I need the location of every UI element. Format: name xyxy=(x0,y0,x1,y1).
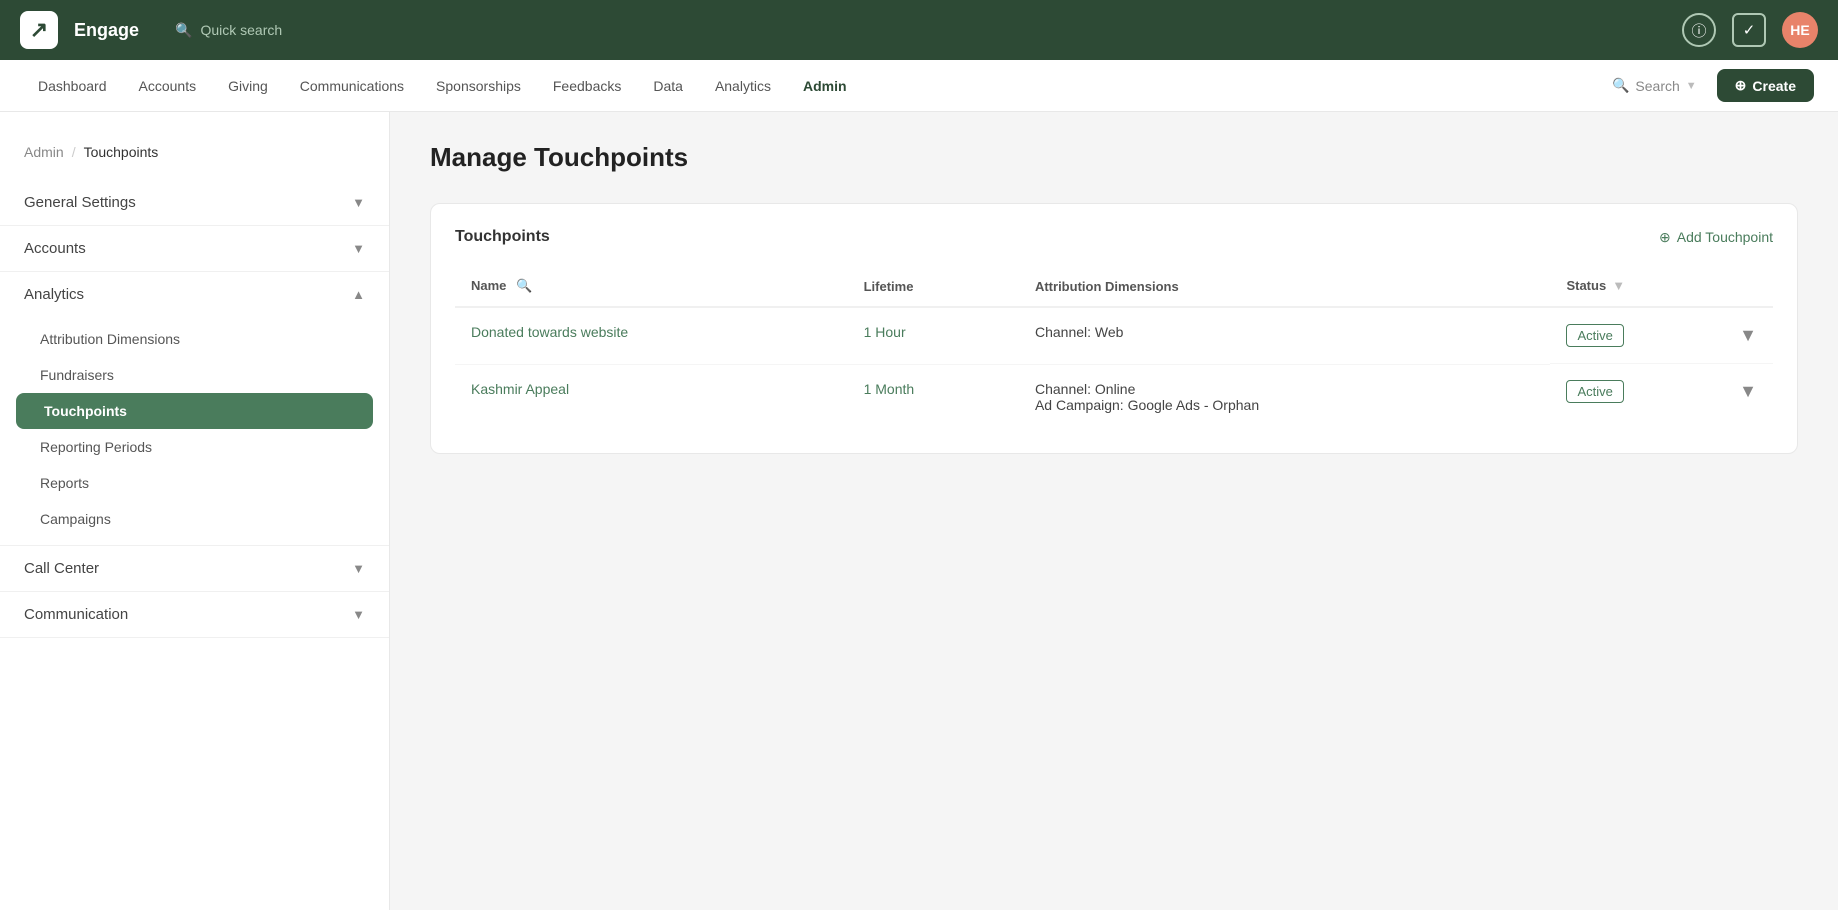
add-touchpoint-label: Add Touchpoint xyxy=(1677,229,1773,245)
row-expand-icon-1[interactable]: ▼ xyxy=(1739,325,1757,346)
app-name: Engage xyxy=(74,20,139,41)
status-filter-icon[interactable]: ▼ xyxy=(1612,278,1625,293)
tasks-button[interactable]: ✓ xyxy=(1732,13,1766,47)
chevron-down-icon-call-center: ▼ xyxy=(352,561,365,576)
table-row: Kashmir Appeal 1 Month Channel: Online A… xyxy=(455,364,1773,429)
col-header-name: Name 🔍 xyxy=(455,266,848,307)
col-header-attribution-dimensions: Attribution Dimensions xyxy=(1019,266,1550,307)
sidebar-header-analytics[interactable]: Analytics ▲ xyxy=(0,272,389,317)
sidebar-section-communication: Communication ▼ xyxy=(0,592,389,638)
cell-status-2: Active ▼ xyxy=(1550,364,1773,419)
nav-bar: Dashboard Accounts Giving Communications… xyxy=(0,60,1838,112)
chevron-down-icon: ▼ xyxy=(352,195,365,210)
lifetime-value-2: 1 Month xyxy=(864,381,915,397)
table-section: Touchpoints ⊕ Add Touchpoint Name 🔍 Life… xyxy=(430,203,1798,454)
sidebar-header-general-settings[interactable]: General Settings ▼ xyxy=(0,180,389,225)
sidebar-label-accounts: Accounts xyxy=(24,240,86,257)
sidebar-item-reports[interactable]: Reports xyxy=(0,465,389,501)
col-header-status: Status ▼ xyxy=(1550,266,1773,305)
quick-search-trigger[interactable]: 🔍 Quick search xyxy=(175,22,282,39)
create-button[interactable]: ⊕ Create xyxy=(1717,69,1814,102)
chevron-up-icon-analytics: ▲ xyxy=(352,287,365,302)
breadcrumb-current: Touchpoints xyxy=(84,144,159,160)
nav-item-dashboard[interactable]: Dashboard xyxy=(24,72,121,100)
sidebar-item-attribution-dimensions[interactable]: Attribution Dimensions xyxy=(0,321,389,357)
touchpoint-name-link-2[interactable]: Kashmir Appeal xyxy=(471,381,569,397)
row-expand-icon-2[interactable]: ▼ xyxy=(1739,381,1757,402)
sidebar-item-campaigns[interactable]: Campaigns xyxy=(0,501,389,537)
touchpoint-name-link-1[interactable]: Donated towards website xyxy=(471,324,628,340)
nav-item-communications[interactable]: Communications xyxy=(286,72,418,100)
main-layout: Admin / Touchpoints General Settings ▼ A… xyxy=(0,112,1838,910)
nav-item-analytics[interactable]: Analytics xyxy=(701,72,785,100)
breadcrumb: Admin / Touchpoints xyxy=(0,132,389,180)
nav-search-label: Search xyxy=(1635,78,1679,94)
table-section-title: Touchpoints xyxy=(455,228,550,246)
cell-name-2: Kashmir Appeal xyxy=(455,364,848,429)
avatar[interactable]: HE xyxy=(1782,12,1818,48)
cell-attribution-1: Channel: Web xyxy=(1019,307,1550,364)
page-title: Manage Touchpoints xyxy=(430,142,1798,173)
chevron-down-icon-accounts: ▼ xyxy=(352,241,365,256)
cell-lifetime-1: 1 Hour xyxy=(848,307,1019,364)
name-search-icon[interactable]: 🔍 xyxy=(516,278,532,293)
col-header-lifetime: Lifetime xyxy=(848,266,1019,307)
sidebar-item-touchpoints[interactable]: Touchpoints xyxy=(16,393,373,429)
sidebar-section-accounts: Accounts ▼ xyxy=(0,226,389,272)
nav-item-accounts[interactable]: Accounts xyxy=(125,72,211,100)
cell-status-1: Active ▼ xyxy=(1550,308,1773,364)
nav-search-area: 🔍 Search ▼ ⊕ Create xyxy=(1604,69,1814,102)
help-button[interactable]: ⓘ xyxy=(1682,13,1716,47)
status-badge-2: Active xyxy=(1566,380,1623,403)
sidebar-label-communication: Communication xyxy=(24,606,128,623)
touchpoints-table: Name 🔍 Lifetime Attribution Dimensions S… xyxy=(455,266,1773,429)
cell-name-1: Donated towards website xyxy=(455,307,848,364)
search-icon: 🔍 xyxy=(175,22,192,39)
sidebar-section-call-center: Call Center ▼ xyxy=(0,546,389,592)
nav-item-feedbacks[interactable]: Feedbacks xyxy=(539,72,635,100)
top-bar: ↗ Engage 🔍 Quick search ⓘ ✓ HE xyxy=(0,0,1838,60)
cell-lifetime-2: 1 Month xyxy=(848,364,1019,429)
quick-search-label: Quick search xyxy=(200,22,282,38)
logo-box[interactable]: ↗ xyxy=(20,11,58,49)
logo-icon: ↗ xyxy=(30,19,48,41)
chevron-down-icon-communication: ▼ xyxy=(352,607,365,622)
breadcrumb-parent[interactable]: Admin xyxy=(24,144,64,160)
cell-attribution-2: Channel: Online Ad Campaign: Google Ads … xyxy=(1019,364,1550,429)
sidebar-item-reporting-periods[interactable]: Reporting Periods xyxy=(0,429,389,465)
breadcrumb-separator: / xyxy=(72,144,76,160)
sidebar-item-fundraisers[interactable]: Fundraisers xyxy=(0,357,389,393)
sidebar-section-analytics: Analytics ▲ Attribution Dimensions Fundr… xyxy=(0,272,389,546)
nav-item-giving[interactable]: Giving xyxy=(214,72,282,100)
nav-item-admin[interactable]: Admin xyxy=(789,72,861,100)
table-header: Name 🔍 Lifetime Attribution Dimensions S… xyxy=(455,266,1773,307)
sidebar-header-communication[interactable]: Communication ▼ xyxy=(0,592,389,637)
table-header-row: Touchpoints ⊕ Add Touchpoint xyxy=(455,228,1773,246)
sidebar-header-accounts[interactable]: Accounts ▼ xyxy=(0,226,389,271)
top-bar-actions: ⓘ ✓ HE xyxy=(1682,12,1818,48)
add-touchpoint-icon: ⊕ xyxy=(1659,229,1671,246)
analytics-sub-items: Attribution Dimensions Fundraisers Touch… xyxy=(0,317,389,545)
add-touchpoint-button[interactable]: ⊕ Add Touchpoint xyxy=(1659,229,1773,246)
status-badge-1: Active xyxy=(1566,324,1623,347)
create-label: Create xyxy=(1752,78,1796,94)
sidebar-label-general-settings: General Settings xyxy=(24,194,136,211)
lifetime-value-1: 1 Hour xyxy=(864,324,906,340)
attribution-line-2: Ad Campaign: Google Ads - Orphan xyxy=(1035,397,1534,413)
nav-search-icon: 🔍 xyxy=(1612,77,1629,94)
sidebar-header-call-center[interactable]: Call Center ▼ xyxy=(0,546,389,591)
table-row: Donated towards website 1 Hour Channel: … xyxy=(455,307,1773,364)
sidebar-label-call-center: Call Center xyxy=(24,560,99,577)
sidebar: Admin / Touchpoints General Settings ▼ A… xyxy=(0,112,390,910)
nav-item-sponsorships[interactable]: Sponsorships xyxy=(422,72,535,100)
attribution-line-1: Channel: Online xyxy=(1035,381,1534,397)
create-icon: ⊕ xyxy=(1735,77,1747,94)
nav-search-chevron: ▼ xyxy=(1686,80,1697,92)
content-area: Manage Touchpoints Touchpoints ⊕ Add Tou… xyxy=(390,112,1838,910)
sidebar-label-analytics: Analytics xyxy=(24,286,84,303)
nav-item-data[interactable]: Data xyxy=(639,72,697,100)
nav-search[interactable]: 🔍 Search ▼ xyxy=(1604,73,1705,98)
sidebar-section-general-settings: General Settings ▼ xyxy=(0,180,389,226)
